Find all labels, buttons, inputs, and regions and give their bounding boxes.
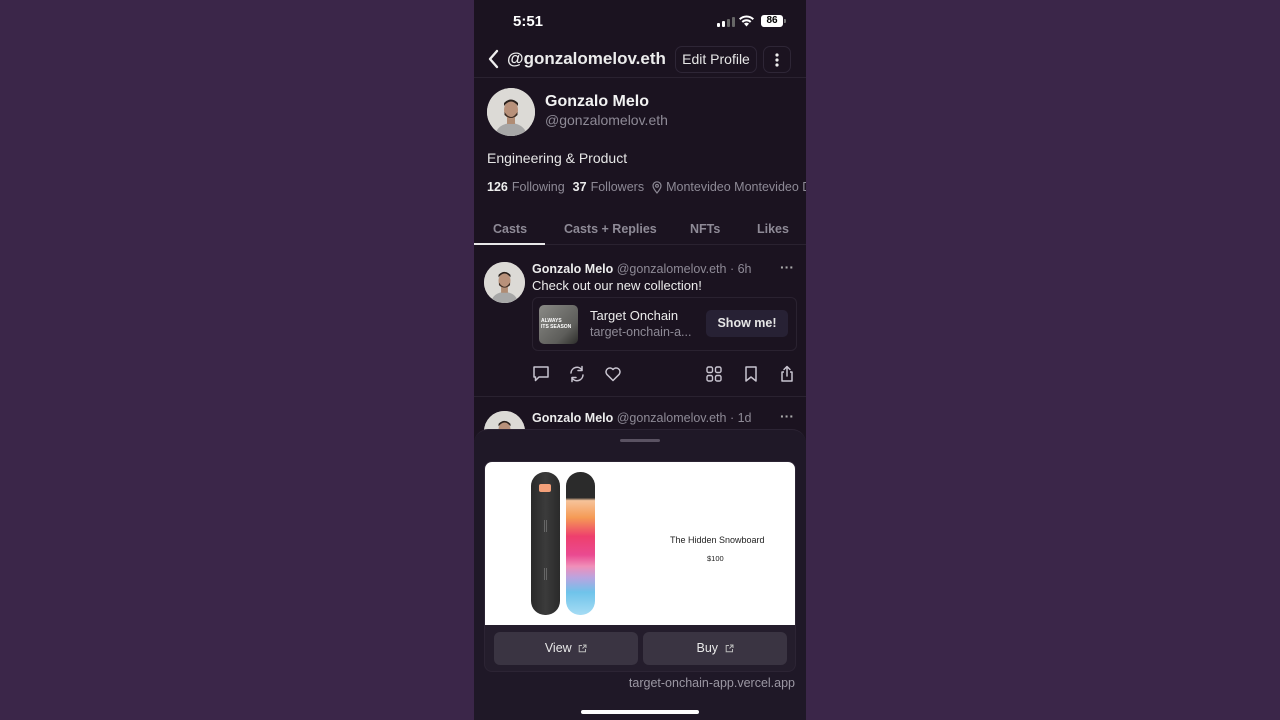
bookmark-icon[interactable] [742, 365, 760, 383]
cast-avatar[interactable] [484, 262, 525, 303]
cast-text: Check out our new collection! [532, 278, 702, 293]
tab-likes[interactable]: Likes [757, 222, 789, 236]
header-title: @gonzalomelov.eth [507, 49, 666, 68]
back-chevron-icon[interactable] [486, 49, 502, 69]
wifi-icon [739, 15, 754, 27]
profile-handle: @gonzalomelov.eth [545, 112, 668, 128]
buy-button-label: Buy [696, 641, 719, 655]
view-button[interactable]: View [494, 632, 638, 665]
apps-grid-icon[interactable] [705, 365, 723, 383]
following-stat[interactable]: 126 Following [487, 180, 565, 194]
vertical-ellipsis-icon [775, 52, 779, 67]
link-embed-card[interactable]: ALWAYS ITS SEASON Target Onchain target-o… [532, 297, 797, 351]
cast-more-icon[interactable]: ··· [780, 408, 794, 424]
followers-count: 37 [572, 180, 587, 194]
embed-thumbnail-text: ALWAYS ITS SEASON [541, 318, 572, 330]
profile-name: Gonzalo Melo [545, 93, 649, 110]
cast-author[interactable]: Gonzalo Melo [532, 262, 613, 276]
cast-header: Gonzalo Melo @gonzalomelov.eth · 1d [532, 411, 752, 425]
embed-thumbnail: ALWAYS ITS SEASON [539, 305, 578, 344]
avatar-person-icon [487, 88, 535, 136]
frame-url[interactable]: target-onchain-app.vercel.app [629, 676, 795, 690]
frame-card: The Hidden Snowboard $100 View Buy [484, 461, 796, 672]
cast-divider [474, 396, 806, 397]
product-price: $100 [707, 554, 724, 563]
recast-icon[interactable] [568, 365, 586, 383]
cellular-signal-icon [717, 16, 735, 27]
edit-profile-button[interactable]: Edit Profile [675, 46, 757, 73]
active-tab-indicator [474, 243, 545, 245]
battery-tip [784, 19, 786, 23]
followers-label: Followers [590, 180, 645, 194]
status-time: 5:51 [513, 13, 544, 30]
binding-mark [544, 520, 547, 532]
profile-header: @gonzalomelov.eth Edit Profile [474, 44, 806, 78]
external-link-icon [725, 644, 734, 653]
tab-casts[interactable]: Casts [493, 222, 527, 236]
product-name: The Hidden Snowboard [670, 535, 765, 545]
cast-more-icon[interactable]: ··· [780, 259, 794, 275]
location-pin-icon [652, 180, 662, 194]
board-logo [539, 484, 551, 492]
battery-indicator: 86 [761, 15, 783, 27]
profile-avatar[interactable] [487, 88, 535, 136]
cast-actions [474, 365, 806, 385]
cast-meta: @gonzalomelov.eth · 6h [616, 262, 752, 276]
avatar-person-icon [484, 262, 525, 303]
sheet-drag-handle[interactable] [620, 439, 660, 442]
home-indicator[interactable] [581, 710, 699, 714]
show-me-button[interactable]: Show me! [706, 310, 788, 337]
tab-casts-replies[interactable]: Casts + Replies [564, 222, 657, 236]
followers-stat[interactable]: 37 Followers [573, 180, 644, 194]
embed-subtitle: target-onchain-a... [590, 325, 692, 339]
comment-icon[interactable] [532, 365, 550, 383]
following-count: 126 [487, 180, 508, 194]
status-bar: 5:51 86 [474, 0, 806, 44]
more-options-button[interactable] [763, 46, 791, 73]
binding-mark [544, 568, 547, 580]
phone-screen: 5:51 86 @gonzalomelov.eth Edit Profile G… [474, 0, 806, 720]
snowboard-gradient-image [566, 472, 595, 615]
profile-stats: 126 Following 37 Followers Montevideo Mont… [487, 180, 806, 194]
cast-author[interactable]: Gonzalo Melo [532, 411, 613, 425]
profile-bio: Engineering & Product [487, 150, 628, 166]
frame-bottom-sheet: The Hidden Snowboard $100 View Buy targe… [474, 429, 806, 720]
embed-title: Target Onchain [590, 308, 679, 323]
following-label: Following [511, 180, 565, 194]
external-link-icon [578, 644, 587, 653]
profile-location: Montevideo Montevideo D [666, 180, 806, 194]
cast-meta: @gonzalomelov.eth · 1d [616, 411, 752, 425]
frame-image: The Hidden Snowboard $100 [485, 462, 795, 625]
snowboard-black-image [531, 472, 560, 615]
share-icon[interactable] [778, 365, 796, 383]
tab-nfts[interactable]: NFTs [690, 222, 720, 236]
cast-header: Gonzalo Melo @gonzalomelov.eth · 6h [532, 262, 752, 276]
profile-tabs: Casts Casts + Replies NFTs Likes [474, 218, 806, 245]
view-button-label: View [544, 641, 572, 655]
buy-button[interactable]: Buy [643, 632, 787, 665]
like-heart-icon[interactable] [604, 365, 622, 383]
